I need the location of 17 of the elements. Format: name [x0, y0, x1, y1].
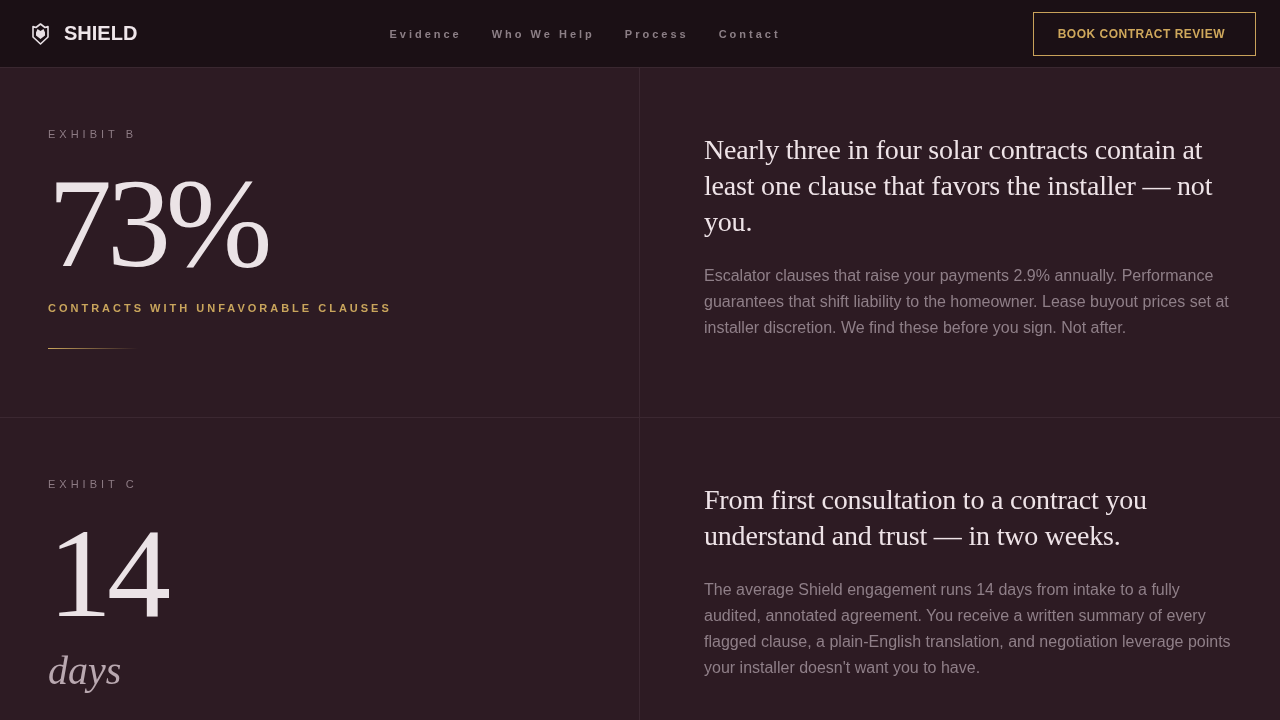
nav-link[interactable]: Evidence [389, 27, 462, 40]
exhibit-heading: From first consultation to a contract you understand and trust — in two weeks. [704, 483, 1148, 553]
exhibit-heading: Nearly three in four solar contracts contain at least one clause that favors the installer — not you. [704, 133, 1214, 239]
stat-caption: CONTRACTS WITH UNFAVORABLE CLAUSES [48, 301, 392, 315]
exhibit-label: EXHIBIT B [48, 127, 137, 141]
stat-unit: days [48, 647, 122, 695]
nav-link[interactable]: Contact [718, 27, 781, 40]
exhibit-description: The average Shield engagement runs 14 days from intake to a fully audited, annotated agreement. You receive a written summary of every flagged clause, a plain-English translation, and negotiation leverage points your installer doesn't want you to have. [704, 580, 1232, 678]
exhibit-label: EXHIBIT C [48, 477, 138, 491]
stat-figure: 73% [48, 159, 269, 287]
brand-name: SHIELD [64, 22, 138, 45]
shield-icon [32, 22, 49, 45]
stat-figure: 14 [48, 509, 168, 637]
nav-link[interactable]: Who We Help [491, 27, 595, 40]
exhibit-description: Escalator clauses that raise your payments 2.9% annually. Performance guarantees that shift liability to the homeowner. Lease buyout prices set at installer discretion. We find these before you sign. Not after. [704, 266, 1230, 338]
book-review-button[interactable]: BOOK CONTRACT REVIEW [1032, 11, 1256, 56]
nav-link[interactable]: Process [624, 27, 689, 40]
